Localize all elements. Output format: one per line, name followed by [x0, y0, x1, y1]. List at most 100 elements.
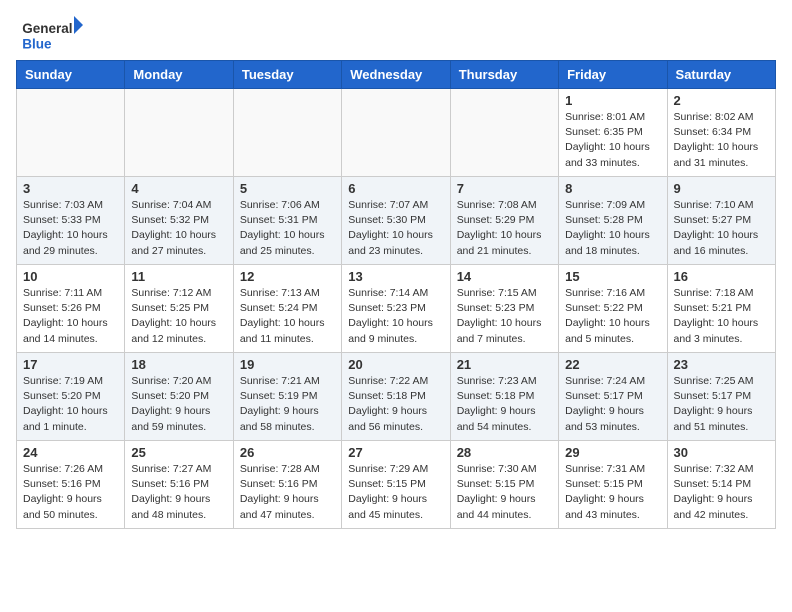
day-info: Sunrise: 7:30 AM Sunset: 5:15 PM Dayligh… [457, 462, 552, 523]
day-number: 15 [565, 269, 660, 284]
calendar-cell: 22Sunrise: 7:24 AM Sunset: 5:17 PM Dayli… [559, 353, 667, 441]
day-info: Sunrise: 7:25 AM Sunset: 5:17 PM Dayligh… [674, 374, 769, 435]
day-info: Sunrise: 7:03 AM Sunset: 5:33 PM Dayligh… [23, 198, 118, 259]
calendar-table: SundayMondayTuesdayWednesdayThursdayFrid… [16, 60, 776, 529]
calendar-cell [450, 89, 558, 177]
day-number: 19 [240, 357, 335, 372]
day-info: Sunrise: 7:32 AM Sunset: 5:14 PM Dayligh… [674, 462, 769, 523]
logo: GeneralBlue [16, 16, 96, 52]
calendar-cell: 25 Sunrise: 7:27 AM Sunset: 5:16 PM Dayli… [125, 441, 233, 529]
calendar-cell: 30 Sunrise: 7:32 AM Sunset: 5:14 PM Dayli… [667, 441, 775, 529]
day-number: 9 [674, 181, 769, 196]
calendar-cell: 19 Sunrise: 7:21 AM Sunset: 5:19 PM Dayli… [233, 353, 341, 441]
calendar-cell: 17 Sunrise: 7:19 AM Sunset: 5:20 PM Dayli… [17, 353, 125, 441]
calendar-cell: 13 Sunrise: 7:14 AM Sunset: 5:23 PM Dayli… [342, 265, 450, 353]
day-info: Sunrise: 7:23 AM Sunset: 5:18 PM Dayligh… [457, 374, 552, 435]
svg-text:Blue: Blue [22, 37, 52, 52]
day-info: Sunrise: 7:20 AM Sunset: 5:20 PM Dayligh… [131, 374, 226, 435]
day-info: Sunrise: 7:29 AM Sunset: 5:15 PM Dayligh… [348, 462, 443, 523]
day-number: 13 [348, 269, 443, 284]
day-number: 23 [674, 357, 769, 372]
day-info: Sunrise: 8:02 AM Sunset: 6:34 PM Dayligh… [674, 110, 769, 171]
day-info: Sunrise: 7:04 AM Sunset: 5:32 PM Dayligh… [131, 198, 226, 259]
calendar-week-1: 1 Sunrise: 8:01 AM Sunset: 6:35 PM Daylig… [17, 89, 776, 177]
day-number: 1 [565, 93, 660, 108]
calendar-cell: 24 Sunrise: 7:26 AM Sunset: 5:16 PM Dayli… [17, 441, 125, 529]
day-info: Sunrise: 7:09 AM Sunset: 5:28 PM Dayligh… [565, 198, 660, 259]
calendar-cell: 14Sunrise: 7:15 AM Sunset: 5:23 PM Dayli… [450, 265, 558, 353]
weekday-header-wednesday: Wednesday [342, 61, 450, 89]
calendar-cell: 28 Sunrise: 7:30 AM Sunset: 5:15 PM Dayli… [450, 441, 558, 529]
calendar-cell: 4 Sunrise: 7:04 AM Sunset: 5:32 PM Daylig… [125, 177, 233, 265]
day-number: 11 [131, 269, 226, 284]
day-number: 29 [565, 445, 660, 460]
calendar-week-4: 17 Sunrise: 7:19 AM Sunset: 5:20 PM Dayli… [17, 353, 776, 441]
day-number: 24 [23, 445, 118, 460]
day-info: Sunrise: 7:12 AM Sunset: 5:25 PM Dayligh… [131, 286, 226, 347]
day-number: 6 [348, 181, 443, 196]
day-info: Sunrise: 7:13 AM Sunset: 5:24 PM Dayligh… [240, 286, 335, 347]
day-info: Sunrise: 8:01 AM Sunset: 6:35 PM Dayligh… [565, 110, 660, 171]
calendar-cell: 2Sunrise: 8:02 AM Sunset: 6:34 PM Daylig… [667, 89, 775, 177]
calendar-cell: 9 Sunrise: 7:10 AM Sunset: 5:27 PM Daylig… [667, 177, 775, 265]
day-number: 17 [23, 357, 118, 372]
day-number: 26 [240, 445, 335, 460]
calendar-cell: 29 Sunrise: 7:31 AM Sunset: 5:15 PM Dayli… [559, 441, 667, 529]
calendar-cell: 15 Sunrise: 7:16 AM Sunset: 5:22 PM Dayli… [559, 265, 667, 353]
day-number: 20 [348, 357, 443, 372]
calendar-cell [342, 89, 450, 177]
calendar-cell: 1 Sunrise: 8:01 AM Sunset: 6:35 PM Daylig… [559, 89, 667, 177]
day-number: 25 [131, 445, 226, 460]
weekday-header-friday: Friday [559, 61, 667, 89]
svg-text:General: General [22, 21, 72, 36]
weekday-header-saturday: Saturday [667, 61, 775, 89]
day-info: Sunrise: 7:21 AM Sunset: 5:19 PM Dayligh… [240, 374, 335, 435]
day-info: Sunrise: 7:16 AM Sunset: 5:22 PM Dayligh… [565, 286, 660, 347]
day-number: 28 [457, 445, 552, 460]
day-number: 8 [565, 181, 660, 196]
day-info: Sunrise: 7:31 AM Sunset: 5:15 PM Dayligh… [565, 462, 660, 523]
day-info: Sunrise: 7:14 AM Sunset: 5:23 PM Dayligh… [348, 286, 443, 347]
calendar-cell: 11 Sunrise: 7:12 AM Sunset: 5:25 PM Dayli… [125, 265, 233, 353]
day-number: 16 [674, 269, 769, 284]
day-number: 4 [131, 181, 226, 196]
day-info: Sunrise: 7:08 AM Sunset: 5:29 PM Dayligh… [457, 198, 552, 259]
weekday-header-monday: Monday [125, 61, 233, 89]
day-info: Sunrise: 7:10 AM Sunset: 5:27 PM Dayligh… [674, 198, 769, 259]
logo-icon: GeneralBlue [16, 16, 96, 52]
day-number: 30 [674, 445, 769, 460]
day-info: Sunrise: 7:28 AM Sunset: 5:16 PM Dayligh… [240, 462, 335, 523]
calendar-cell: 12Sunrise: 7:13 AM Sunset: 5:24 PM Dayli… [233, 265, 341, 353]
calendar-cell: 10 Sunrise: 7:11 AM Sunset: 5:26 PM Dayli… [17, 265, 125, 353]
day-number: 27 [348, 445, 443, 460]
day-info: Sunrise: 7:07 AM Sunset: 5:30 PM Dayligh… [348, 198, 443, 259]
day-number: 3 [23, 181, 118, 196]
day-number: 5 [240, 181, 335, 196]
day-info: Sunrise: 7:26 AM Sunset: 5:16 PM Dayligh… [23, 462, 118, 523]
calendar-cell: 7 Sunrise: 7:08 AM Sunset: 5:29 PM Daylig… [450, 177, 558, 265]
calendar-cell: 18 Sunrise: 7:20 AM Sunset: 5:20 PM Dayli… [125, 353, 233, 441]
day-number: 14 [457, 269, 552, 284]
weekday-header-tuesday: Tuesday [233, 61, 341, 89]
page-header: GeneralBlue [16, 16, 776, 52]
calendar-cell: 3 Sunrise: 7:03 AM Sunset: 5:33 PM Daylig… [17, 177, 125, 265]
calendar-week-3: 10 Sunrise: 7:11 AM Sunset: 5:26 PM Dayli… [17, 265, 776, 353]
day-number: 7 [457, 181, 552, 196]
calendar-week-5: 24 Sunrise: 7:26 AM Sunset: 5:16 PM Dayli… [17, 441, 776, 529]
calendar-cell: 26 Sunrise: 7:28 AM Sunset: 5:16 PM Dayli… [233, 441, 341, 529]
day-info: Sunrise: 7:19 AM Sunset: 5:20 PM Dayligh… [23, 374, 118, 435]
day-number: 10 [23, 269, 118, 284]
day-info: Sunrise: 7:27 AM Sunset: 5:16 PM Dayligh… [131, 462, 226, 523]
day-number: 21 [457, 357, 552, 372]
calendar-cell: 6 Sunrise: 7:07 AM Sunset: 5:30 PM Daylig… [342, 177, 450, 265]
day-number: 18 [131, 357, 226, 372]
calendar-cell [17, 89, 125, 177]
day-info: Sunrise: 7:06 AM Sunset: 5:31 PM Dayligh… [240, 198, 335, 259]
day-info: Sunrise: 7:24 AM Sunset: 5:17 PM Dayligh… [565, 374, 660, 435]
weekday-header-thursday: Thursday [450, 61, 558, 89]
calendar-cell: 27 Sunrise: 7:29 AM Sunset: 5:15 PM Dayli… [342, 441, 450, 529]
calendar-cell: 21 Sunrise: 7:23 AM Sunset: 5:18 PM Dayli… [450, 353, 558, 441]
calendar-cell: 16Sunrise: 7:18 AM Sunset: 5:21 PM Dayli… [667, 265, 775, 353]
calendar-cell [233, 89, 341, 177]
day-info: Sunrise: 7:11 AM Sunset: 5:26 PM Dayligh… [23, 286, 118, 347]
